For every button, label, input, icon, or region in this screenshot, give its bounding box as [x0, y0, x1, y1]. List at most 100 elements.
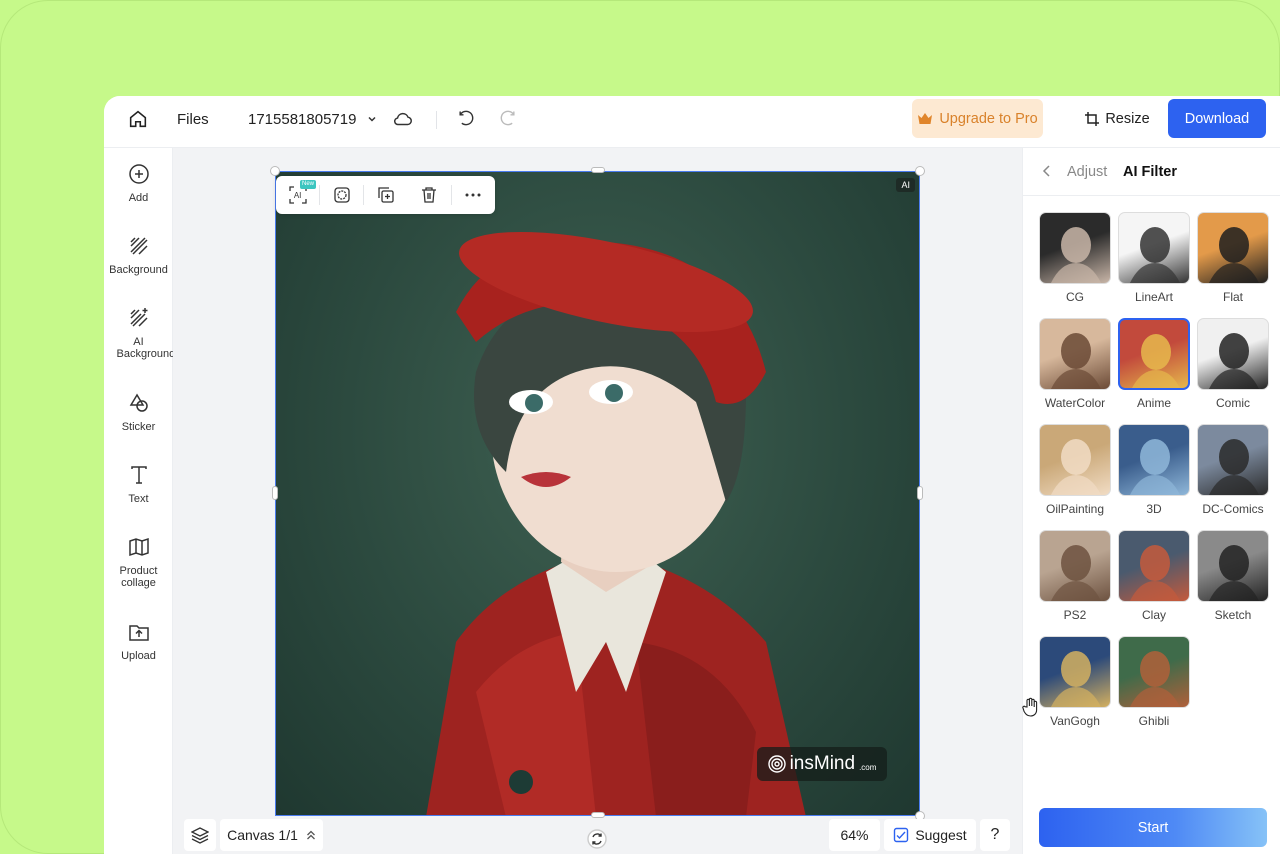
chevron-left-icon[interactable]: [1041, 164, 1053, 178]
suggest-icon: [894, 827, 909, 843]
filter-label: Anime: [1136, 396, 1171, 410]
sidebar-item-text[interactable]: Text: [104, 463, 173, 505]
filter-thumbnail: [1118, 212, 1190, 284]
filter-label: Flat: [1222, 290, 1243, 304]
filter-dc-comics[interactable]: DC-Comics: [1197, 424, 1269, 516]
filter-label: WaterColor: [1044, 396, 1106, 410]
upgrade-button[interactable]: Upgrade to Pro: [912, 99, 1043, 138]
filter-flat[interactable]: Flat: [1197, 212, 1269, 304]
duplicate-button[interactable]: [364, 176, 407, 214]
filter-clay[interactable]: Clay: [1118, 530, 1190, 622]
mask-button[interactable]: [320, 176, 363, 214]
sidebar-item-label: Add: [128, 192, 149, 204]
filter-lineart[interactable]: LineArt: [1118, 212, 1190, 304]
ai-hatch-icon: [129, 308, 148, 327]
suggest-label: Suggest: [915, 827, 967, 843]
canvas-pages-label: Canvas 1/1: [227, 827, 298, 843]
resize-handle-bottom[interactable]: [591, 812, 605, 818]
toolbar-divider: [436, 111, 437, 129]
tab-ai-filter[interactable]: AI Filter: [1123, 164, 1177, 180]
chevron-double-up-icon: [306, 830, 315, 840]
portrait-illustration: [426, 231, 806, 815]
filter-label: LineArt: [1134, 290, 1174, 304]
ai-tools-button[interactable]: AI New: [276, 176, 319, 214]
filter-thumbnail: [1039, 530, 1111, 602]
filter-thumbnail: [1118, 318, 1190, 390]
layers-button[interactable]: [184, 819, 216, 851]
hand-cursor-icon: [1022, 697, 1040, 722]
suggest-button[interactable]: Suggest: [884, 819, 976, 851]
duplicate-icon: [378, 187, 394, 203]
canvas-pages-button[interactable]: Canvas 1/1: [220, 819, 323, 851]
filter-sketch[interactable]: Sketch: [1197, 530, 1269, 622]
files-menu[interactable]: Files: [177, 96, 209, 142]
upload-icon: [128, 625, 149, 641]
sidebar-item-upload[interactable]: Upload: [104, 620, 173, 662]
sidebar-item-sticker[interactable]: Sticker: [104, 391, 173, 433]
plus-circle-icon: [128, 164, 149, 184]
help-button[interactable]: ?: [980, 819, 1010, 851]
rotate-icon[interactable]: [586, 828, 608, 854]
cloud-icon[interactable]: [392, 96, 414, 142]
sidebar-item-label: Background: [109, 264, 168, 276]
filter-comic[interactable]: Comic: [1197, 318, 1269, 410]
resize-button[interactable]: Resize: [1072, 99, 1162, 138]
filter-ghibli[interactable]: Ghibli: [1118, 636, 1190, 728]
mask-icon: [334, 187, 350, 203]
sidebar-item-product-collage[interactable]: Product collage: [104, 535, 173, 589]
tab-adjust[interactable]: Adjust: [1067, 164, 1107, 180]
resize-handle-tr[interactable]: [915, 166, 925, 176]
insmind-logo-icon: [767, 755, 786, 773]
filter-label: Comic: [1215, 396, 1250, 410]
filename-dropdown[interactable]: 1715581805719: [248, 96, 378, 142]
filter-anime[interactable]: Anime: [1118, 318, 1190, 410]
watermark-suffix: .com: [859, 762, 877, 772]
watermark: insMind .com: [757, 747, 887, 781]
filter-cg[interactable]: CG: [1039, 212, 1111, 304]
resize-label: Resize: [1105, 110, 1150, 127]
zoom-level[interactable]: 64%: [829, 819, 880, 851]
sidebar-item-label: Sticker: [121, 421, 156, 433]
start-button[interactable]: Start: [1039, 808, 1267, 847]
filter-ps2[interactable]: PS2: [1039, 530, 1111, 622]
floating-toolbar: AI New: [276, 176, 495, 214]
sidebar-item-ai-background[interactable]: AI Background: [104, 306, 175, 360]
home-icon[interactable]: [124, 96, 152, 142]
sidebar-item-label: Upload: [121, 650, 156, 662]
ai-filter-panel: Adjust AI Filter CG LineArt Flat WaterColor…: [1022, 148, 1280, 854]
shapes-icon: [129, 393, 148, 412]
ai-button-text: AI: [293, 190, 302, 200]
filter-label: CG: [1066, 290, 1084, 304]
redo-icon[interactable]: [498, 96, 518, 142]
resize-handle-top[interactable]: [591, 167, 605, 173]
filter-watercolor[interactable]: WaterColor: [1039, 318, 1111, 410]
crop-icon: [1085, 111, 1100, 126]
filter-thumbnail: [1197, 424, 1269, 496]
canvas-image[interactable]: AI insMind .com: [275, 171, 920, 816]
filter-thumbnail: [1039, 424, 1111, 496]
top-bar: Files 1715581805719 Upgrade to Pro Resiz…: [104, 96, 1280, 148]
sidebar-item-add[interactable]: Add: [104, 162, 173, 204]
resize-handle-left[interactable]: [272, 486, 278, 500]
filter-label: Ghibli: [1138, 714, 1170, 728]
filename-text: 1715581805719: [248, 110, 357, 128]
editor-app: Files 1715581805719 Upgrade to Pro Resiz…: [104, 96, 1280, 854]
text-icon: [130, 466, 147, 484]
resize-handle-right[interactable]: [917, 486, 923, 500]
ai-generated-tag: AI: [896, 178, 915, 192]
download-button[interactable]: Download: [1168, 99, 1266, 138]
filter-thumbnail: [1039, 636, 1111, 708]
more-button[interactable]: [452, 176, 495, 214]
filter-label: Clay: [1141, 608, 1166, 622]
layers-icon: [191, 827, 209, 844]
undo-icon[interactable]: [456, 96, 476, 142]
filter-vangogh[interactable]: VanGogh: [1039, 636, 1111, 728]
map-icon: [128, 537, 149, 557]
delete-button[interactable]: [408, 176, 451, 214]
filter-3d[interactable]: 3D: [1118, 424, 1190, 516]
filter-oilpainting[interactable]: OilPainting: [1039, 424, 1111, 516]
sidebar-item-background[interactable]: Background: [104, 234, 173, 276]
upgrade-label: Upgrade to Pro: [939, 110, 1038, 127]
canvas-area: AI insMind .com AI New: [173, 148, 1023, 854]
resize-handle-tl[interactable]: [270, 166, 280, 176]
